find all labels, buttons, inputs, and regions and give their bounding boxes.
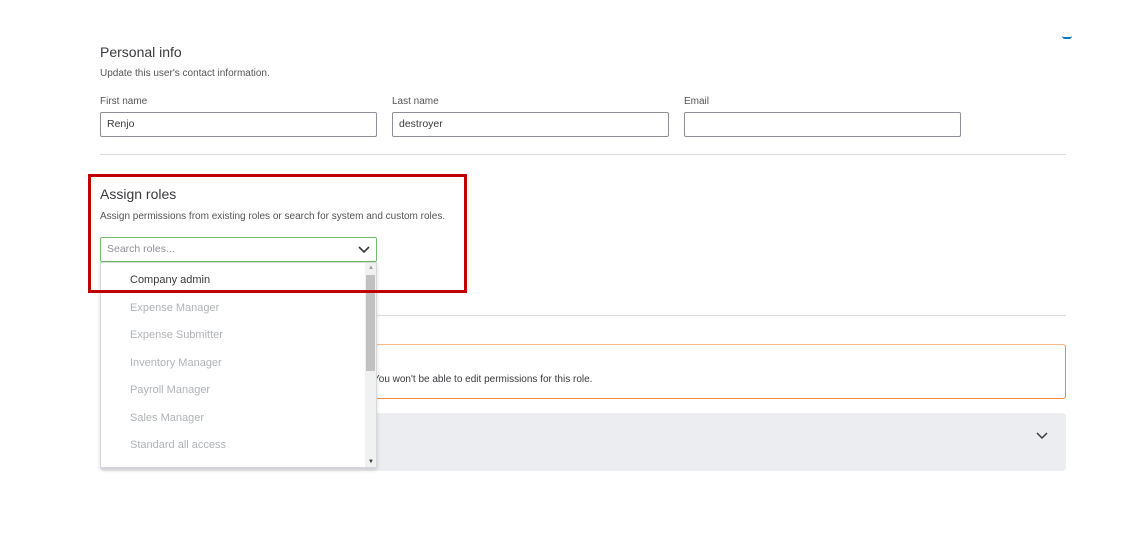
alert-text: You won't be able to edit permissions fo… [373,374,593,385]
divider [377,315,1066,316]
email-label: Email [684,96,710,107]
highlight-box [88,174,467,293]
role-option[interactable]: Standard all access [130,439,226,451]
top-right-indicator [1062,36,1072,39]
last-name-label: Last name [392,96,439,107]
role-option[interactable]: Expense Submitter [130,329,223,341]
last-name-input[interactable]: destroyer [392,112,669,137]
role-option[interactable]: Payroll Manager [130,384,210,396]
scrollbar[interactable]: ▲ ▼ [365,263,376,467]
first-name-label: First name [100,96,148,107]
personal-info-title: Personal info [100,44,182,60]
scroll-down-icon[interactable]: ▼ [368,459,374,465]
divider [100,154,1066,155]
role-option[interactable]: Inventory Manager [130,357,222,369]
personal-info-subtitle: Update this user's contact information. [100,68,270,79]
role-option[interactable]: Sales Manager [130,412,204,424]
role-option[interactable]: Expense Manager [130,302,219,314]
first-name-input[interactable]: Renjo [100,112,377,137]
chevron-down-icon[interactable] [1036,430,1048,440]
email-input[interactable] [684,112,961,137]
